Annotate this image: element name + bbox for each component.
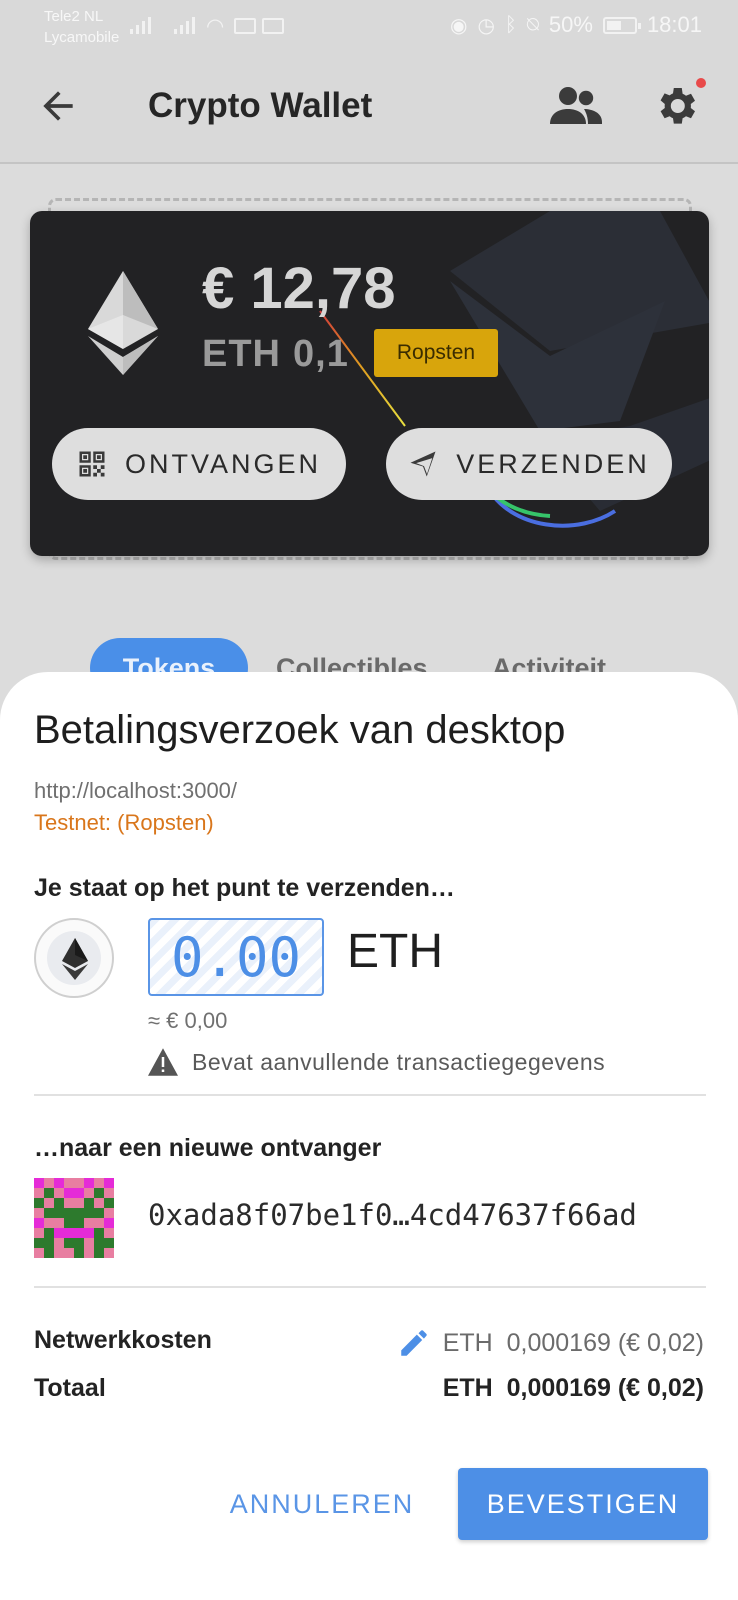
receive-label: ONTVANGEN: [124, 448, 321, 479]
send-heading: Je staat op het punt te verzenden…: [34, 874, 455, 902]
fee-value: ETH 0,000169 (€ 0,02): [442, 1328, 704, 1357]
wifi-icon: ◠: [206, 15, 225, 38]
battery-percent: 50%: [548, 12, 593, 37]
gear-icon[interactable]: [652, 82, 700, 130]
recipient-address[interactable]: 0xada8f07be1f0…4cd47637f66ad: [148, 1198, 637, 1232]
signal-2-icon: [174, 14, 195, 34]
eth-balance: 0,1: [293, 333, 349, 375]
app-bar: Crypto Wallet: [0, 54, 738, 164]
recipient-identicon: [34, 1178, 114, 1258]
signal-1-icon: [130, 14, 151, 34]
screen-icon: [234, 18, 256, 34]
notification-dot: [696, 78, 706, 88]
people-icon[interactable]: [550, 84, 602, 128]
carrier-1: Tele2 NL: [44, 8, 104, 25]
amount-input[interactable]: [148, 918, 324, 996]
qr-code-icon: [79, 451, 105, 477]
carrier-2: Lycamobile: [44, 29, 120, 46]
confirm-button[interactable]: BEVESTIGEN: [458, 1468, 708, 1540]
receive-button[interactable]: ONTVANGEN: [52, 428, 346, 500]
status-right: ◉ ◷ ᛒ ⍉ 50% 18:01: [450, 12, 702, 38]
testnet-label: Testnet: (Ropsten): [34, 810, 214, 835]
divider: [34, 1286, 706, 1288]
send-label: VERZENDEN: [456, 448, 650, 479]
bluetooth-icon: ᛒ: [504, 13, 517, 36]
eth-symbol: ETH: [202, 333, 281, 375]
back-arrow-icon[interactable]: [36, 84, 80, 128]
eye-icon: ◉: [449, 14, 468, 37]
page-title: Crypto Wallet: [148, 86, 373, 125]
wallet-card: € 12,78 ETH 0,1 Ropsten ONTVANGEN VERZEND…: [30, 211, 709, 556]
token-avatar: [34, 918, 114, 998]
amount-unit: ETH: [347, 925, 443, 978]
network-badge: Ropsten: [374, 329, 498, 377]
recipient-heading: …naar een nieuwe ontvanger: [34, 1134, 382, 1162]
fee-row[interactable]: ETH 0,000169 (€ 0,02): [397, 1326, 704, 1360]
battery-icon: [602, 16, 641, 34]
warning-icon: [148, 1048, 178, 1076]
cancel-button[interactable]: ANNULEREN: [222, 1468, 422, 1540]
edit-pencil-icon[interactable]: [397, 1326, 431, 1360]
fiat-balance: € 12,78: [202, 256, 396, 321]
status-bar: Tele2 NL Lycamobile ◠ ◉ ◷ ᛒ ⍉ 50% 18:01: [0, 0, 738, 54]
ethereum-logo-icon: [88, 271, 158, 375]
eth-balance-row: ETH 0,1: [202, 333, 349, 376]
alarm-icon: ◷: [477, 14, 495, 37]
total-value: ETH 0,000169 (€ 0,02): [442, 1374, 704, 1402]
divider: [34, 1094, 706, 1096]
send-plane-icon: [410, 451, 436, 477]
request-origin: http://localhost:3000/: [34, 778, 238, 803]
mute-bell-icon: ⍉: [526, 13, 539, 36]
send-button[interactable]: VERZENDEN: [386, 428, 672, 500]
tab-bar: Tokens Collectibles Activiteit: [0, 620, 738, 698]
payment-request-sheet: Betalingsverzoek van desktop http://loca…: [0, 672, 738, 1600]
sheet-title: Betalingsverzoek van desktop: [34, 708, 566, 752]
carrier-info: Tele2 NL Lycamobile: [44, 6, 119, 48]
warning-text: Bevat aanvullende transactiegegevens: [192, 1048, 606, 1075]
card-icon: [262, 18, 284, 34]
fee-label: Netwerkkosten: [34, 1326, 212, 1354]
total-label: Totaal: [34, 1374, 106, 1402]
eth-watermark-icon: [450, 211, 709, 528]
data-warning: Bevat aanvullende transactiegegevens: [148, 1048, 605, 1076]
clock: 18:01: [646, 12, 702, 37]
ethereum-token-icon: [62, 938, 88, 980]
fiat-approx: ≈ € 0,00: [148, 1008, 228, 1033]
